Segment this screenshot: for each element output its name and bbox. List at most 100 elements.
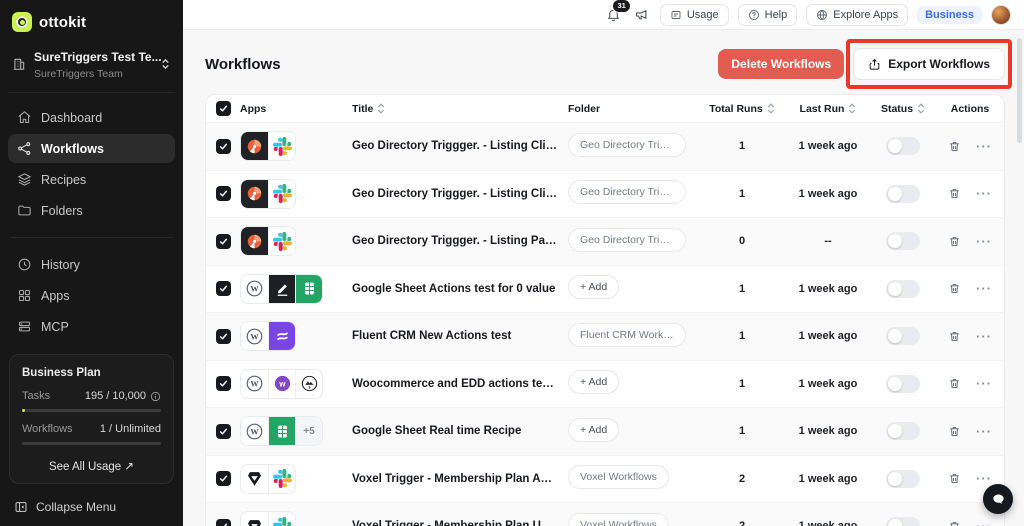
sort-icon[interactable] xyxy=(377,103,385,114)
notifications-button[interactable]: 31 xyxy=(604,5,623,24)
status-toggle[interactable] xyxy=(886,280,920,298)
table-row[interactable]: Ww$ Woocommerce and EDD actions testing … xyxy=(206,361,1004,409)
sidebar-item-folders[interactable]: Folders xyxy=(8,196,175,225)
slack-icon xyxy=(268,227,295,255)
table-row[interactable]: Voxel Trigger - Membership Plan Updated … xyxy=(206,503,1004,526)
main-content: Workflows Delete Workflows Export Workfl… xyxy=(183,30,1024,526)
workflow-title[interactable]: Voxel Trigger - Membership Plan Updated xyxy=(352,520,568,526)
folder-chip[interactable]: + Add xyxy=(568,370,619,394)
row-checkbox[interactable] xyxy=(216,424,231,439)
plan-tier-badge[interactable]: Business xyxy=(917,6,982,24)
workflows-progress-bar xyxy=(22,442,161,445)
see-all-usage-link[interactable]: See All Usage ↗ xyxy=(22,456,161,473)
export-workflows-button[interactable]: Export Workflows xyxy=(853,48,1005,80)
usage-button[interactable]: Usage xyxy=(660,4,729,26)
workflow-title[interactable]: Geo Directory Triggger. - Listing Cliam … xyxy=(352,188,568,200)
wordpress-icon: W xyxy=(241,417,268,445)
explore-apps-button[interactable]: Explore Apps xyxy=(806,4,908,26)
user-avatar[interactable] xyxy=(991,5,1011,25)
row-checkbox[interactable] xyxy=(216,186,231,201)
more-actions-icon[interactable]: ··· xyxy=(976,140,992,153)
app-icons: W xyxy=(240,274,323,304)
row-checkbox[interactable] xyxy=(216,281,231,296)
status-toggle[interactable] xyxy=(886,517,920,526)
workflow-title[interactable]: Woocommerce and EDD actions testing xyxy=(352,378,568,390)
delete-row-icon[interactable] xyxy=(948,330,961,343)
delete-row-icon[interactable] xyxy=(948,187,961,200)
delete-row-icon[interactable] xyxy=(948,235,961,248)
table-row[interactable]: W Fluent CRM New Actions test Fluent CRM… xyxy=(206,313,1004,361)
folder-chip[interactable]: Geo Directory Trigge... xyxy=(568,180,686,204)
table-row[interactable]: Voxel Trigger - Membership Plan Activate… xyxy=(206,456,1004,504)
folder-chip[interactable]: Geo Directory Trigge... xyxy=(568,228,686,252)
workflow-title[interactable]: Geo Directory Triggger. - Listing Packag… xyxy=(352,235,568,247)
status-toggle[interactable] xyxy=(886,375,920,393)
more-actions-icon[interactable]: ··· xyxy=(976,187,992,200)
workflow-title[interactable]: Voxel Trigger - Membership Plan Activate… xyxy=(352,473,568,485)
folder-chip[interactable]: Geo Directory Trigge... xyxy=(568,133,686,157)
more-actions-icon[interactable]: ··· xyxy=(976,472,992,485)
row-checkbox[interactable] xyxy=(216,471,231,486)
sidebar-item-workflows[interactable]: Workflows xyxy=(8,134,175,163)
folder-chip[interactable]: Voxel Workflows xyxy=(568,513,669,526)
table-row[interactable]: Geo Directory Triggger. - Listing Cliam … xyxy=(206,171,1004,219)
scrollbar-thumb[interactable] xyxy=(1017,38,1022,143)
folder-chip[interactable]: + Add xyxy=(568,275,619,299)
column-folder: Folder xyxy=(568,103,698,115)
announcements-button[interactable] xyxy=(632,5,651,24)
sort-icon[interactable] xyxy=(848,103,856,114)
more-actions-icon[interactable]: ··· xyxy=(976,235,992,248)
help-button[interactable]: Help xyxy=(738,4,798,26)
delete-row-icon[interactable] xyxy=(948,377,961,390)
status-toggle[interactable] xyxy=(886,327,920,345)
sidebar-item-mcp[interactable]: MCP xyxy=(8,312,175,341)
more-actions-icon[interactable]: ··· xyxy=(976,282,992,295)
sort-icon[interactable] xyxy=(917,103,925,114)
workflow-title[interactable]: Fluent CRM New Actions test xyxy=(352,330,568,342)
more-actions-icon[interactable]: ··· xyxy=(976,377,992,390)
table-row[interactable]: Geo Directory Triggger. - Listing Cliam … xyxy=(206,123,1004,171)
chat-widget-button[interactable] xyxy=(983,484,1013,514)
row-checkbox[interactable] xyxy=(216,329,231,344)
workflow-title[interactable]: Google Sheet Actions test for 0 value xyxy=(352,283,568,295)
status-toggle[interactable] xyxy=(886,422,920,440)
select-all-checkbox[interactable] xyxy=(216,101,231,116)
help-label: Help xyxy=(765,9,788,21)
status-toggle[interactable] xyxy=(886,137,920,155)
table-row[interactable]: W Google Sheet Actions test for 0 value … xyxy=(206,266,1004,314)
last-run: 1 week ago xyxy=(786,425,870,437)
sidebar-item-history[interactable]: History xyxy=(8,250,175,279)
folder-chip[interactable]: Voxel Workflows xyxy=(568,465,669,489)
sidebar-item-dashboard[interactable]: Dashboard xyxy=(8,103,175,132)
sort-icon[interactable] xyxy=(767,103,775,114)
workflow-title[interactable]: Google Sheet Real time Recipe xyxy=(352,425,568,437)
more-actions-icon[interactable]: ··· xyxy=(976,520,992,526)
delete-row-icon[interactable] xyxy=(948,425,961,438)
workflow-title[interactable]: Geo Directory Triggger. - Listing Cliam … xyxy=(352,140,568,152)
more-actions-icon[interactable]: ··· xyxy=(976,425,992,438)
collapse-menu-button[interactable]: Collapse Menu xyxy=(8,496,175,518)
table-row[interactable]: Geo Directory Triggger. - Listing Packag… xyxy=(206,218,1004,266)
app-logo[interactable]: ottokit xyxy=(8,10,175,44)
delete-workflows-button[interactable]: Delete Workflows xyxy=(718,49,844,79)
row-checkbox[interactable] xyxy=(216,376,231,391)
delete-row-icon[interactable] xyxy=(948,140,961,153)
workspace-selector[interactable]: SureTriggers Test Te... SureTriggers Tea… xyxy=(8,44,175,93)
delete-row-icon[interactable] xyxy=(948,282,961,295)
table-row[interactable]: W+5 Google Sheet Real time Recipe + Add … xyxy=(206,408,1004,456)
status-toggle[interactable] xyxy=(886,232,920,250)
info-icon[interactable] xyxy=(150,391,161,402)
more-actions-icon[interactable]: ··· xyxy=(976,330,992,343)
sidebar-item-apps[interactable]: Apps xyxy=(8,281,175,310)
folder-chip[interactable]: Fluent CRM Workflo... xyxy=(568,323,686,347)
folder-chip[interactable]: + Add xyxy=(568,418,619,442)
sidebar-item-recipes[interactable]: Recipes xyxy=(8,165,175,194)
row-checkbox[interactable] xyxy=(216,234,231,249)
status-toggle[interactable] xyxy=(886,185,920,203)
delete-row-icon[interactable] xyxy=(948,520,961,526)
row-checkbox[interactable] xyxy=(216,139,231,154)
row-checkbox[interactable] xyxy=(216,519,231,526)
status-toggle[interactable] xyxy=(886,470,920,488)
total-runs: 1 xyxy=(698,188,786,200)
delete-row-icon[interactable] xyxy=(948,472,961,485)
